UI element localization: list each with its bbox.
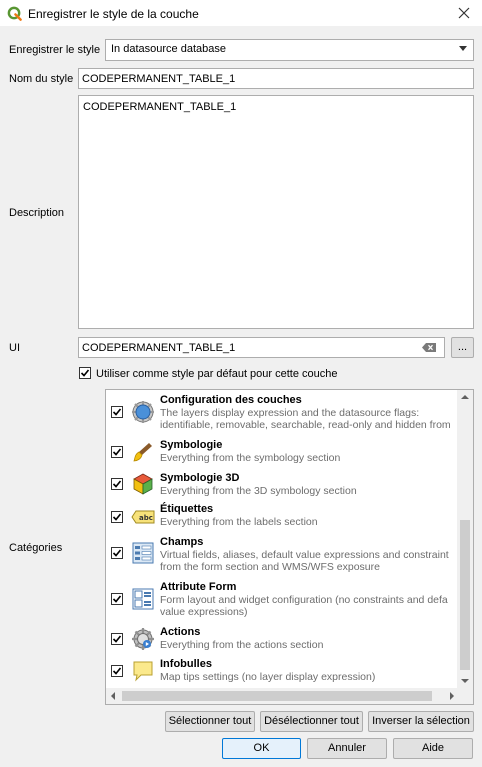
scroll-left-icon[interactable] — [111, 692, 115, 700]
category-desc: value expressions) — [160, 606, 248, 618]
vertical-scrollbar[interactable] — [457, 390, 473, 688]
default-style-label: Utiliser comme style par défaut pour cet… — [96, 368, 338, 380]
ui-file-field[interactable]: CODEPERMANENT_TABLE_1 — [78, 337, 445, 358]
ui-file-value: CODEPERMANENT_TABLE_1 — [82, 342, 236, 354]
checkmark-icon — [112, 480, 122, 488]
scroll-thumb[interactable] — [460, 520, 470, 670]
checkmark-icon — [112, 448, 122, 456]
list-item[interactable]: abc Étiquettes Everything from the label… — [106, 501, 459, 533]
cancel-button[interactable]: Annuler — [307, 738, 387, 759]
category-desc: Map tips settings (no layer display expr… — [160, 671, 376, 683]
category-checkbox[interactable] — [111, 593, 123, 605]
layer-config-icon — [132, 401, 154, 423]
tooltip-icon — [133, 661, 153, 682]
category-desc: Everything from the symbology section — [160, 452, 341, 464]
qgis-logo-icon — [7, 6, 22, 21]
checkmark-icon — [112, 549, 122, 557]
list-item[interactable]: Symbologie 3D Everything from the 3D sym… — [106, 469, 459, 501]
description-textarea[interactable]: CODEPERMANENT_TABLE_1 — [78, 95, 474, 329]
scroll-up-icon[interactable] — [461, 395, 469, 399]
category-title: Attribute Form — [160, 581, 237, 593]
svg-text:abc: abc — [139, 514, 153, 522]
style-name-value: CODEPERMANENT_TABLE_1 — [82, 73, 236, 85]
deselect-all-button[interactable]: Désélectionner tout — [260, 711, 363, 732]
category-title: Configuration des couches — [160, 394, 302, 406]
save-style-combo[interactable]: In datasource database — [105, 39, 474, 61]
ok-button[interactable]: OK — [222, 738, 301, 759]
list-item[interactable]: Symbologie Everything from the symbology… — [106, 436, 459, 468]
category-desc: Virtual fields, aliases, default value e… — [160, 549, 449, 561]
list-item[interactable]: Champs Virtual fields, aliases, default … — [106, 533, 459, 578]
category-title: Symbologie — [160, 439, 223, 451]
category-title: Actions — [160, 626, 201, 638]
category-desc: identifiable, removable, searchable, rea… — [160, 419, 451, 431]
category-desc: The layers display expression and the da… — [160, 407, 420, 419]
category-title: Symbologie 3D — [160, 472, 240, 484]
clear-icon[interactable] — [422, 343, 436, 352]
close-icon[interactable] — [455, 4, 473, 22]
checkmark-icon — [112, 635, 122, 643]
category-checkbox[interactable] — [111, 478, 123, 490]
scroll-corner — [457, 688, 473, 704]
actions-gear-icon — [132, 628, 154, 650]
fields-icon — [132, 542, 154, 564]
category-desc: Everything from the actions section — [160, 639, 324, 651]
category-checkbox[interactable] — [111, 446, 123, 458]
checkmark-icon — [112, 595, 122, 603]
category-title: Infobulles — [160, 658, 212, 670]
horizontal-scrollbar[interactable] — [106, 688, 459, 704]
category-checkbox[interactable] — [111, 665, 123, 677]
checkmark-icon — [112, 667, 122, 675]
list-item[interactable]: Actions Everything from the actions sect… — [106, 623, 459, 655]
help-button[interactable]: Aide — [393, 738, 473, 759]
scroll-right-icon[interactable] — [450, 692, 454, 700]
category-desc: Everything from the 3D symbology section — [160, 485, 357, 497]
style-name-label: Nom du style — [9, 73, 74, 85]
description-value: CODEPERMANENT_TABLE_1 — [83, 101, 237, 113]
select-all-button[interactable]: Sélectionner tout — [165, 711, 255, 732]
invert-selection-button[interactable]: Inverser la sélection — [368, 711, 474, 732]
window-title: Enregistrer le style de la couche — [28, 7, 199, 21]
categories-label: Catégories — [9, 542, 63, 554]
checkmark-icon — [80, 369, 90, 377]
default-style-checkbox[interactable] — [79, 367, 91, 379]
style-name-field[interactable]: CODEPERMANENT_TABLE_1 — [78, 68, 474, 89]
form-icon — [132, 588, 154, 610]
browse-button[interactable]: ... — [451, 337, 474, 358]
category-checkbox[interactable] — [111, 406, 123, 418]
title-bar: Enregistrer le style de la couche — [0, 0, 482, 27]
ui-label: UI — [9, 342, 20, 354]
checkmark-icon — [112, 513, 122, 521]
category-title: Champs — [160, 536, 204, 548]
category-desc: from the form section and WMS/WFS exposu… — [160, 561, 380, 573]
paintbrush-icon — [133, 443, 152, 462]
chevron-down-icon — [459, 46, 467, 51]
checkmark-icon — [112, 408, 122, 416]
categories-list[interactable]: Configuration des couches The layers dis… — [105, 389, 474, 705]
scroll-down-icon[interactable] — [461, 679, 469, 683]
list-item[interactable]: Configuration des couches The layers dis… — [106, 390, 459, 435]
cube-3d-icon — [133, 473, 153, 495]
label-abc-icon: abc — [131, 510, 155, 524]
category-checkbox[interactable] — [111, 547, 123, 559]
scroll-thumb[interactable] — [122, 691, 432, 701]
description-label: Description — [9, 207, 65, 219]
list-item[interactable]: Attribute Form Form layout and widget co… — [106, 578, 459, 623]
save-style-value: In datasource database — [111, 43, 226, 55]
category-desc: Form layout and widget configuration (no… — [160, 594, 448, 606]
list-item[interactable]: Infobulles Map tips settings (no layer d… — [106, 655, 459, 687]
category-checkbox[interactable] — [111, 511, 123, 523]
save-style-label: Enregistrer le style — [9, 44, 101, 56]
category-desc: Everything from the labels section — [160, 516, 318, 528]
category-title: Étiquettes — [160, 503, 214, 515]
category-checkbox[interactable] — [111, 633, 123, 645]
